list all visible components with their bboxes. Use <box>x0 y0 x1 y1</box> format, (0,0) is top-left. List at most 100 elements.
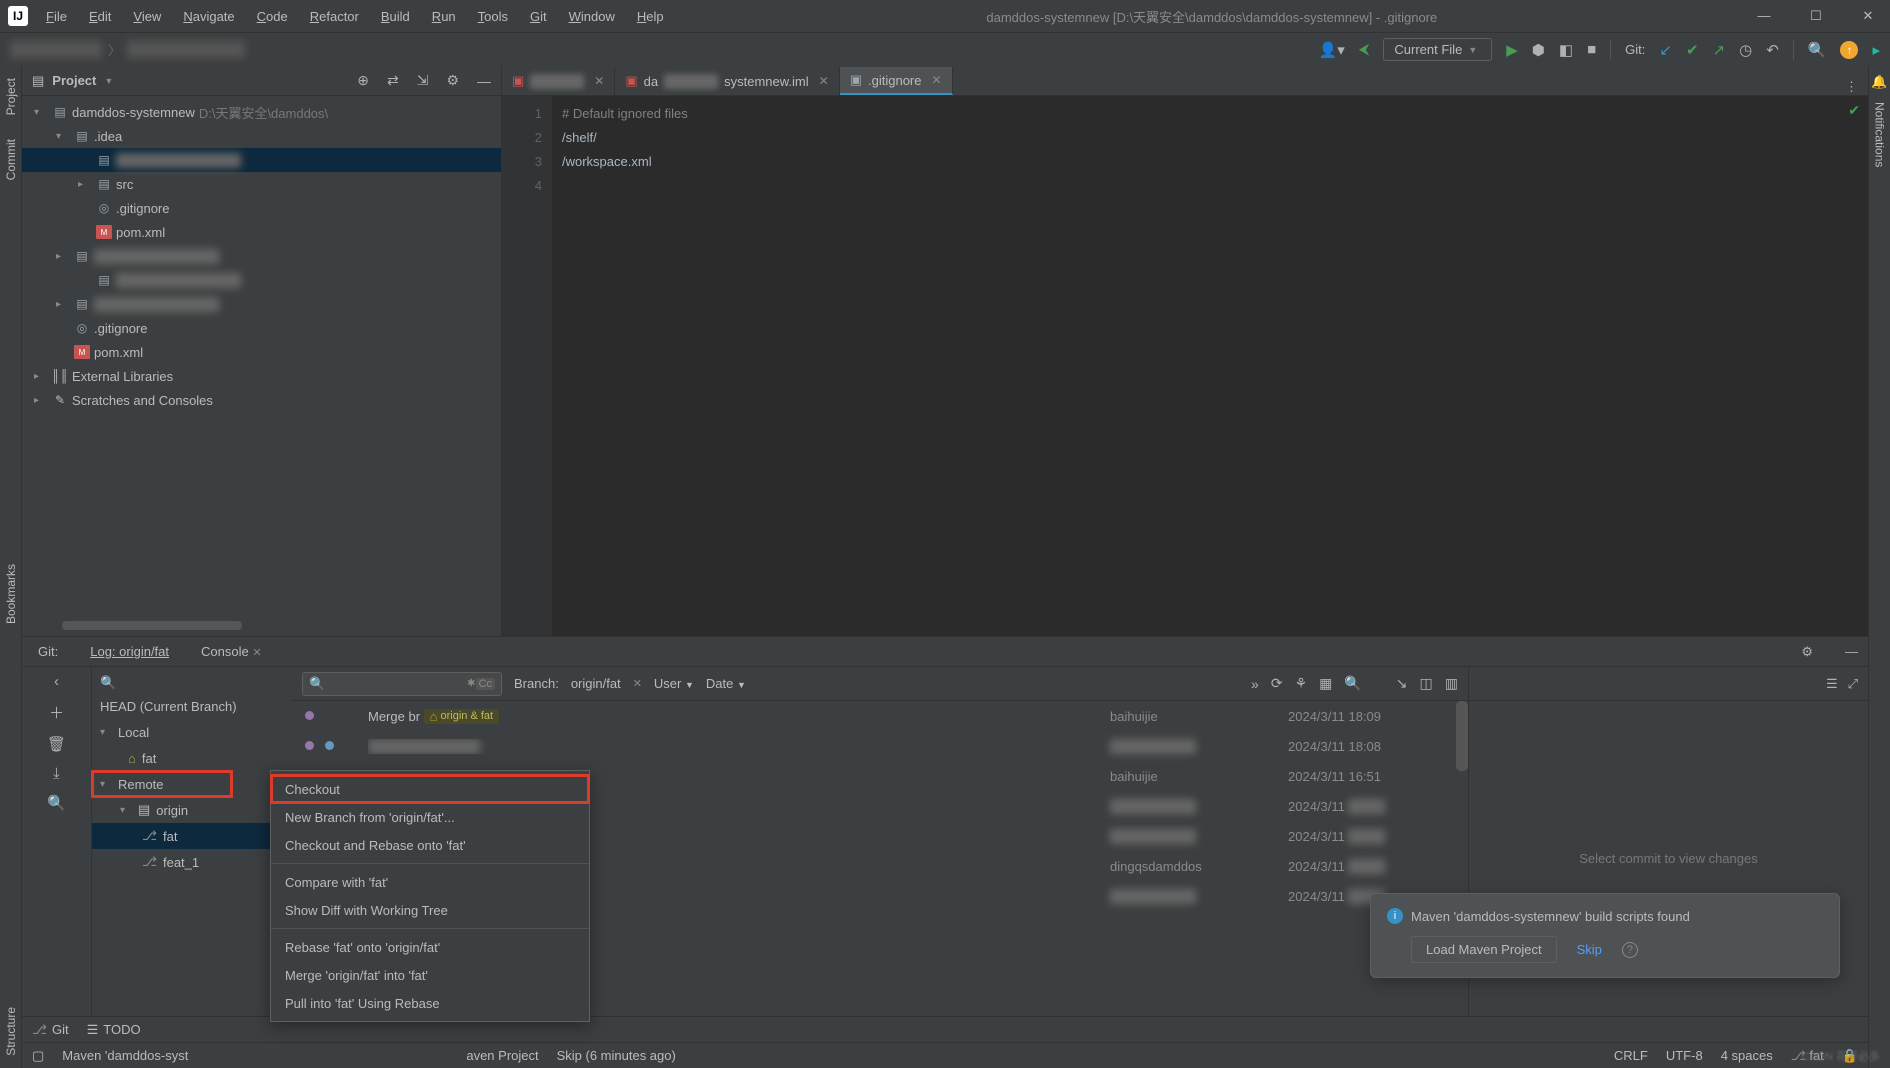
toolwindow-commit[interactable]: Commit <box>2 127 20 192</box>
git-console-tab[interactable]: Console ✕ <box>195 640 268 663</box>
breadcrumb-item[interactable]: xxxxxxxx <box>10 41 102 58</box>
commit-row[interactable]: xxxxxxxxxxxx2024/3/11 18:08 <box>292 731 1468 761</box>
tree-row[interactable]: ▾▤.idea <box>22 124 501 148</box>
load-maven-button[interactable]: Load Maven Project <box>1411 936 1557 963</box>
add-icon[interactable]: ＋ <box>49 702 64 723</box>
more-icon[interactable]: » <box>1251 676 1259 692</box>
tree-row[interactable]: Mpom.xml <box>22 340 501 364</box>
ctx-checkout-and-rebase-onto-fat-[interactable]: Checkout and Rebase onto 'fat' <box>271 831 589 859</box>
ctx-show-diff-with-working-tree[interactable]: Show Diff with Working Tree <box>271 896 589 924</box>
search-icon[interactable]: 🔍 <box>100 675 116 691</box>
code-editor[interactable]: # Default ignored files/shelf//workspace… <box>552 96 1868 636</box>
tool-windows-icon[interactable]: ▢ <box>32 1048 44 1064</box>
tree-row[interactable]: ▤xxxxxxxxxx <box>22 148 501 172</box>
branches-tree[interactable]: 🔍 HEAD (Current Branch) ▾Local ⌂fat ▾Rem… <box>92 667 292 1016</box>
bell-icon[interactable]: 🔔 <box>1871 66 1887 90</box>
ctx-merge-origin-fat-into-fat-[interactable]: Merge 'origin/fat' into 'fat' <box>271 961 589 989</box>
coverage-icon[interactable]: ◧ <box>1559 41 1573 59</box>
tree-row[interactable]: ◎.gitignore <box>22 196 501 220</box>
todo-toolwindow-button[interactable]: ☰TODO <box>87 1022 141 1038</box>
menu-git[interactable]: Git <box>520 5 557 28</box>
head-branch[interactable]: HEAD (Current Branch) <box>100 699 237 714</box>
toolbox-icon[interactable]: ▸ <box>1872 41 1880 59</box>
git-rollback-icon[interactable]: ↶ <box>1766 41 1779 59</box>
log-search[interactable]: 🔍✱ Cc <box>302 672 502 696</box>
remote-branches[interactable]: Remote <box>118 777 164 792</box>
menu-build[interactable]: Build <box>371 5 420 28</box>
git-commit-icon[interactable]: ✔ <box>1686 41 1699 59</box>
search-icon[interactable]: 🔍 <box>1344 675 1361 692</box>
settings-icon[interactable]: ⚙ <box>446 72 459 89</box>
origin[interactable]: origin <box>156 803 188 818</box>
ctx-new-branch-from-origin-fat-[interactable]: New Branch from 'origin/fat'... <box>271 803 589 831</box>
commit-row[interactable]: Merge br ⌂origin & fatbaihuijie2024/3/11… <box>292 701 1468 731</box>
close-tab-icon[interactable]: ✕ <box>819 74 829 88</box>
run-config-selector[interactable]: Current File▼ <box>1383 38 1492 61</box>
editor-tab[interactable]: ▣xxxx✕ <box>502 67 615 95</box>
line-ending[interactable]: CRLF <box>1614 1048 1648 1063</box>
tree-row[interactable]: ▸║║External Libraries <box>22 364 501 388</box>
toolwindow-project[interactable]: Project <box>2 66 20 127</box>
menu-help[interactable]: Help <box>627 5 674 28</box>
tree-row[interactable]: ▸▤xxxxxxxxxx <box>22 244 501 268</box>
toolwindow-structure[interactable]: Structure <box>2 995 20 1068</box>
build-icon[interactable]: ⮜ <box>1359 41 1370 58</box>
expand-icon[interactable]: ⤢ <box>1848 676 1858 692</box>
editor-tab[interactable]: ▣daxxxxsystemnew.iml✕ <box>615 67 839 95</box>
user-icon[interactable]: 👤▾ <box>1319 41 1345 59</box>
ctx-pull-into-fat-using-rebase[interactable]: Pull into 'fat' Using Rebase <box>271 989 589 1017</box>
tree-row[interactable]: ▸✎Scratches and Consoles <box>22 388 501 412</box>
maximize-button[interactable]: ☐ <box>1802 8 1830 24</box>
tree-row[interactable]: Mpom.xml <box>22 220 501 244</box>
encoding[interactable]: UTF-8 <box>1666 1048 1703 1063</box>
grid-icon[interactable]: ▦ <box>1319 675 1332 692</box>
delete-icon[interactable]: 🗑 <box>47 735 66 753</box>
ide-update-icon[interactable]: ↑ <box>1840 41 1858 59</box>
tree-row[interactable]: ▾▤damddos-systemnew D:\天翼安全\damddos\ <box>22 100 501 124</box>
remote-branch-feat1[interactable]: feat_1 <box>163 855 199 870</box>
h-scrollbar[interactable] <box>62 621 242 630</box>
editor-tab[interactable]: ▣.gitignore✕ <box>840 67 953 95</box>
user-filter[interactable]: User ▼ <box>654 676 694 691</box>
status-message-3[interactable]: Skip (6 minutes ago) <box>557 1048 676 1063</box>
ctx-checkout[interactable]: Checkout <box>271 775 589 803</box>
select-opened-file-icon[interactable]: ⊕ <box>357 72 369 89</box>
branch-context-menu[interactable]: CheckoutNew Branch from 'origin/fat'...C… <box>270 770 590 1022</box>
tree-row[interactable]: ▸▤xxxxxxxxxx <box>22 292 501 316</box>
local-branches[interactable]: Local <box>118 725 149 740</box>
branch-fat[interactable]: fat <box>142 751 156 766</box>
v-scrollbar[interactable] <box>1456 701 1468 771</box>
minimize-button[interactable]: — <box>1750 8 1778 24</box>
menu-window[interactable]: Window <box>559 5 625 28</box>
notifications-toolwindow[interactable]: Notifications <box>1871 90 1889 179</box>
menu-tools[interactable]: Tools <box>468 5 518 28</box>
search-icon[interactable]: 🔍 <box>47 794 66 812</box>
help-icon[interactable]: ? <box>1622 942 1638 958</box>
back-icon[interactable]: ‹ <box>54 673 59 690</box>
group-icon[interactable]: ☰ <box>1826 676 1838 692</box>
git-toolwindow-button[interactable]: ⎇Git <box>32 1022 69 1038</box>
inspection-ok-icon[interactable]: ✔ <box>1848 102 1860 119</box>
gear-icon[interactable]: ⚙ <box>1801 644 1813 660</box>
stop-icon[interactable]: ■ <box>1587 41 1596 58</box>
close-tab-icon[interactable]: ✕ <box>594 74 604 88</box>
git-history-icon[interactable]: ◷ <box>1739 41 1752 59</box>
debug-icon[interactable]: ⬢ <box>1532 41 1545 59</box>
menu-run[interactable]: Run <box>422 5 466 28</box>
menu-navigate[interactable]: Navigate <box>173 5 244 28</box>
layout-icon[interactable]: ▥ <box>1445 675 1458 692</box>
fetch-icon[interactable]: ⤓ <box>53 765 60 782</box>
expand-icon[interactable]: ◫ <box>1420 675 1433 692</box>
git-push-icon[interactable]: ↗ <box>1713 41 1726 59</box>
refresh-icon[interactable]: ⟳ <box>1271 675 1283 692</box>
collapse-all-icon[interactable]: ⇲ <box>417 72 429 89</box>
hide-icon[interactable]: — <box>1845 644 1858 659</box>
menu-refactor[interactable]: Refactor <box>300 5 369 28</box>
tree-row[interactable]: ▸▤src <box>22 172 501 196</box>
editor-more-icon[interactable]: ⋮ <box>1835 79 1868 95</box>
menu-code[interactable]: Code <box>247 5 298 28</box>
tree-row[interactable]: ◎.gitignore <box>22 316 501 340</box>
menu-file[interactable]: File <box>36 5 77 28</box>
menu-view[interactable]: View <box>123 5 171 28</box>
goto-icon[interactable]: ↘ <box>1396 675 1408 692</box>
